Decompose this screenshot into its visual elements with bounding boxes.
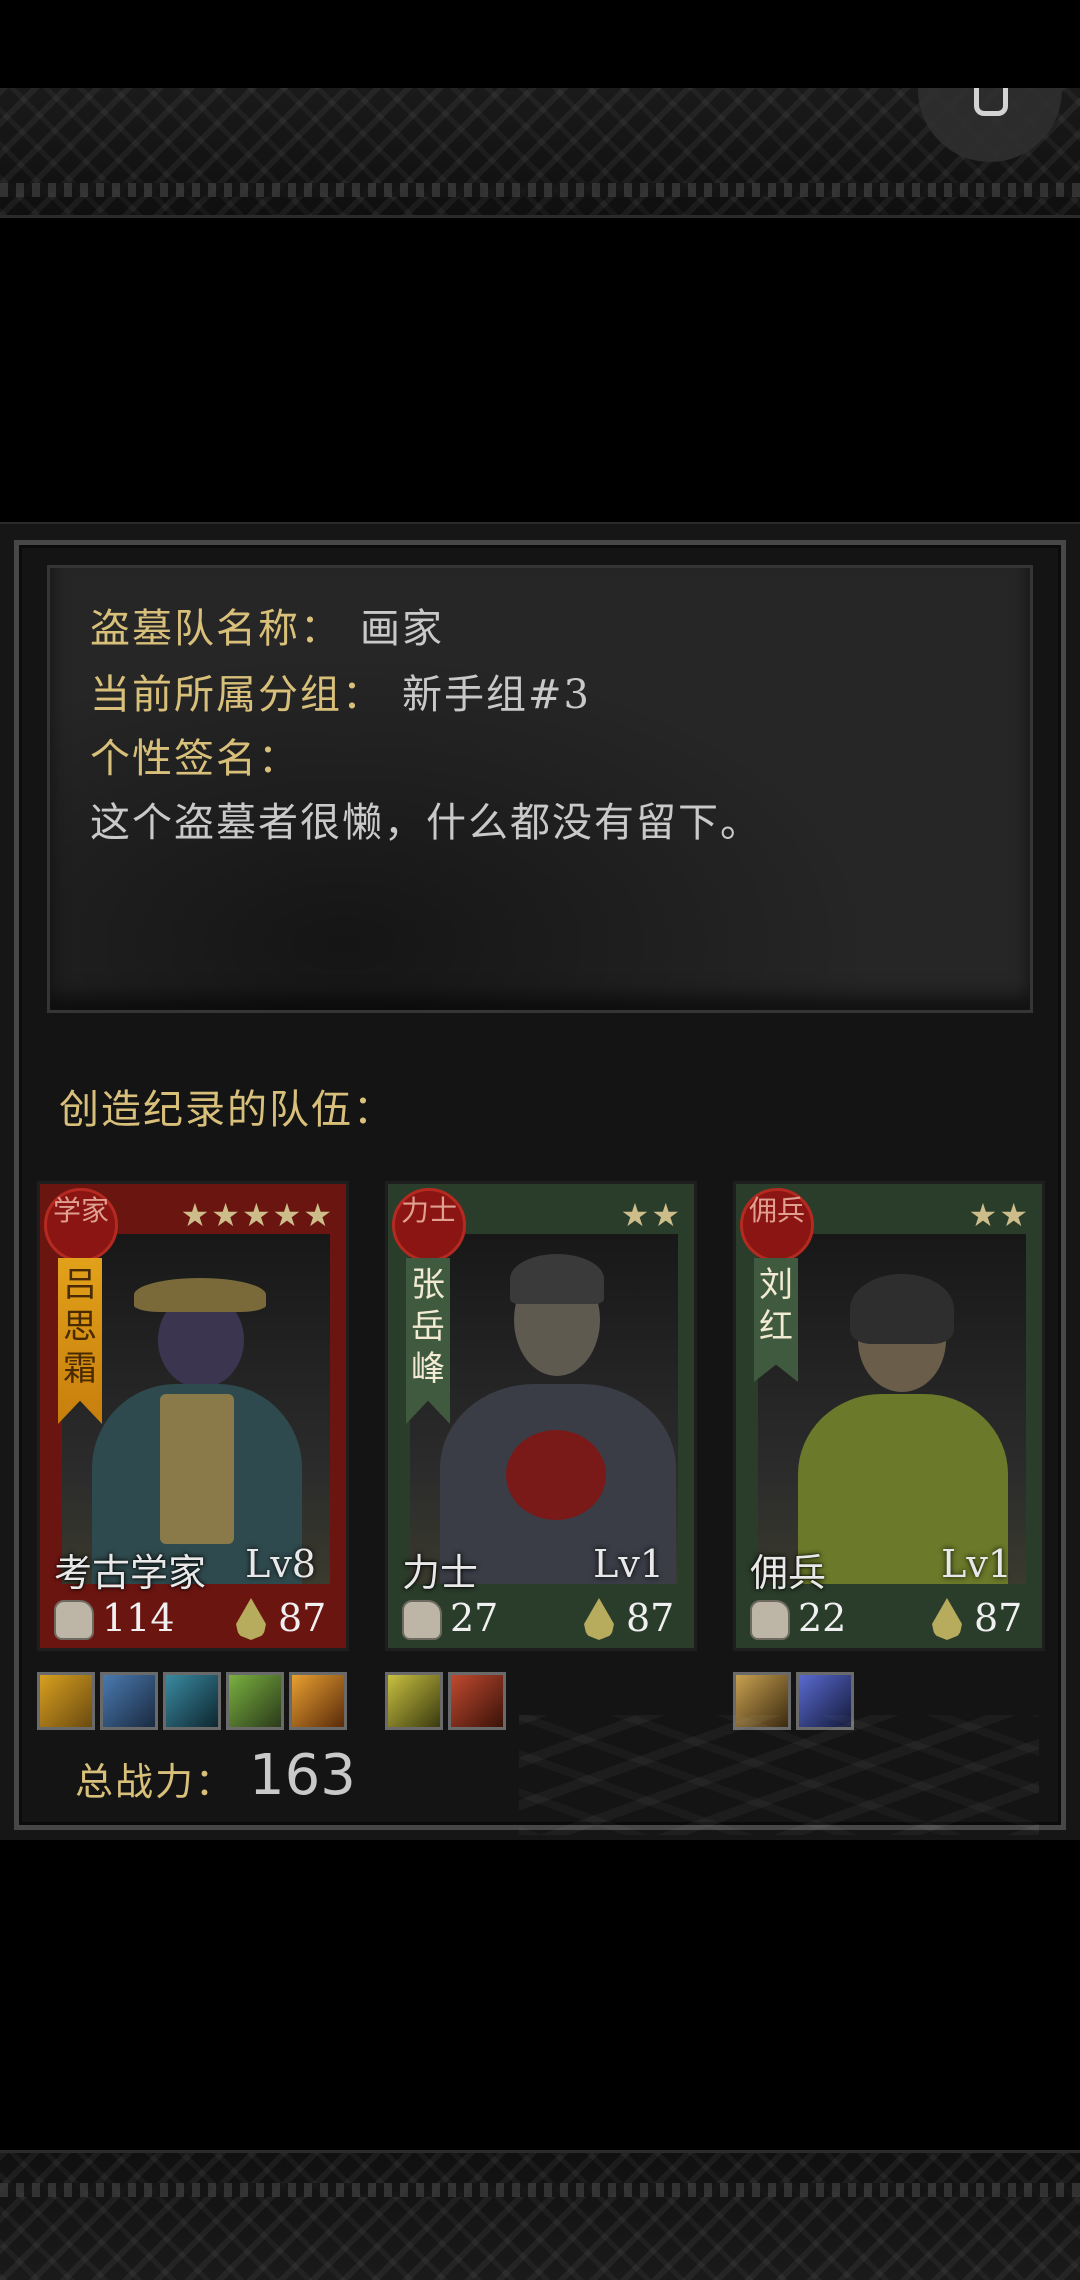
skill-icon[interactable]	[37, 1672, 95, 1730]
hero-name-ribbon-2: 张岳峰	[406, 1258, 450, 1424]
hero-stars-2: ★★	[620, 1196, 682, 1234]
panel-frame: 盗墓队名称： 画家 当前所属分组： 新手组#3 个性签名： 这个盗墓者很懒，什么都没…	[14, 540, 1066, 1835]
hero-vest-1	[160, 1394, 234, 1544]
team-name-row: 盗墓队名称： 画家	[90, 596, 444, 654]
hero-class-2: 力士	[402, 1551, 479, 1595]
hero-stars-1: ★★★★★	[180, 1196, 334, 1234]
group-label: 当前所属分组：	[90, 672, 384, 718]
hero-level-2: Lv1	[593, 1542, 664, 1586]
hero-stamina-2: 87	[626, 1596, 675, 1640]
hero-name-ribbon-1: 吕思霜	[58, 1258, 102, 1424]
hero-power-3: 22	[798, 1596, 847, 1640]
hero-card-1[interactable]: 学家 吕思霜 ★★★★★ 考古学家 Lv8 114 87	[37, 1181, 349, 1651]
group-value: 新手组#3	[402, 672, 591, 718]
hero-portrait-1	[62, 1234, 330, 1584]
class-seal-2: 力士	[392, 1188, 466, 1262]
drop-icon	[584, 1598, 614, 1640]
rubble-decor	[519, 1715, 1039, 1835]
hero-class-1: 考古学家	[54, 1551, 207, 1595]
hero-hat-1	[134, 1278, 266, 1312]
hero-name-ribbon-3: 刘红	[754, 1258, 798, 1382]
class-seal-1: 学家	[44, 1188, 118, 1262]
signature-text: 这个盗墓者很懒，什么都没有留下。	[90, 800, 762, 846]
team-record-panel: 盗墓队名称： 画家 当前所属分组： 新手组#3 个性签名： 这个盗墓者很懒，什么都没…	[0, 522, 1080, 1840]
hero-stats-1: 114 87	[40, 1596, 346, 1644]
hero-stamina-3: 87	[974, 1596, 1023, 1640]
hero-shirt-print-2	[506, 1430, 606, 1520]
skill-icon[interactable]	[385, 1672, 443, 1730]
signature-label-row: 个性签名：	[90, 726, 300, 784]
fist-icon	[750, 1600, 790, 1640]
hero-level-3: Lv1	[941, 1542, 1012, 1586]
fist-icon	[402, 1600, 442, 1640]
bottom-decor-band	[0, 2150, 1080, 2280]
hero-level-1: Lv8	[245, 1542, 316, 1586]
team-name-label: 盗墓队名称：	[90, 606, 342, 652]
total-power-label: 总战力：	[75, 1760, 236, 1804]
skill-icon[interactable]	[163, 1672, 221, 1730]
hero-hair-3	[850, 1274, 954, 1344]
hero-card-3[interactable]: 佣兵 刘红 ★★ 佣兵 Lv1 22 87	[733, 1181, 1045, 1651]
team-info-box: 盗墓队名称： 画家 当前所属分组： 新手组#3 个性签名： 这个盗墓者很懒，什么都没…	[47, 565, 1033, 1013]
skill-icon[interactable]	[289, 1672, 347, 1730]
skill-icon[interactable]	[226, 1672, 284, 1730]
hero-stats-3: 22 87	[736, 1596, 1042, 1644]
group-row: 当前所属分组： 新手组#3	[90, 662, 591, 720]
signature-label: 个性签名：	[90, 736, 300, 782]
hero-power-1: 114	[102, 1596, 175, 1640]
bottom-decor-pattern	[0, 2183, 1080, 2197]
hero-portrait-2	[410, 1234, 678, 1584]
top-decor-pattern	[0, 183, 1080, 197]
drop-icon	[236, 1598, 266, 1640]
skill-icon[interactable]	[100, 1672, 158, 1730]
team-title: 创造纪录的队伍：	[59, 1087, 395, 1133]
fist-icon	[54, 1600, 94, 1640]
class-seal-3: 佣兵	[740, 1188, 814, 1262]
hero-stamina-1: 87	[278, 1596, 327, 1640]
skill-icon[interactable]	[448, 1672, 506, 1730]
hero-cap-2	[510, 1254, 604, 1304]
user-icon	[974, 88, 1008, 116]
hero-portrait-3	[758, 1234, 1026, 1584]
hero-stars-3: ★★	[968, 1196, 1030, 1234]
hero-class-3: 佣兵	[750, 1551, 827, 1595]
hero-stats-2: 27 87	[388, 1596, 694, 1644]
team-name-value: 画家	[360, 606, 444, 652]
hero-power-2: 27	[450, 1596, 499, 1640]
top-decor-band	[0, 88, 1080, 218]
drop-icon	[932, 1598, 962, 1640]
total-power-value: 163	[249, 1743, 356, 1808]
hero-card-2[interactable]: 力士 张岳峰 ★★ 力士 Lv1 27 87	[385, 1181, 697, 1651]
